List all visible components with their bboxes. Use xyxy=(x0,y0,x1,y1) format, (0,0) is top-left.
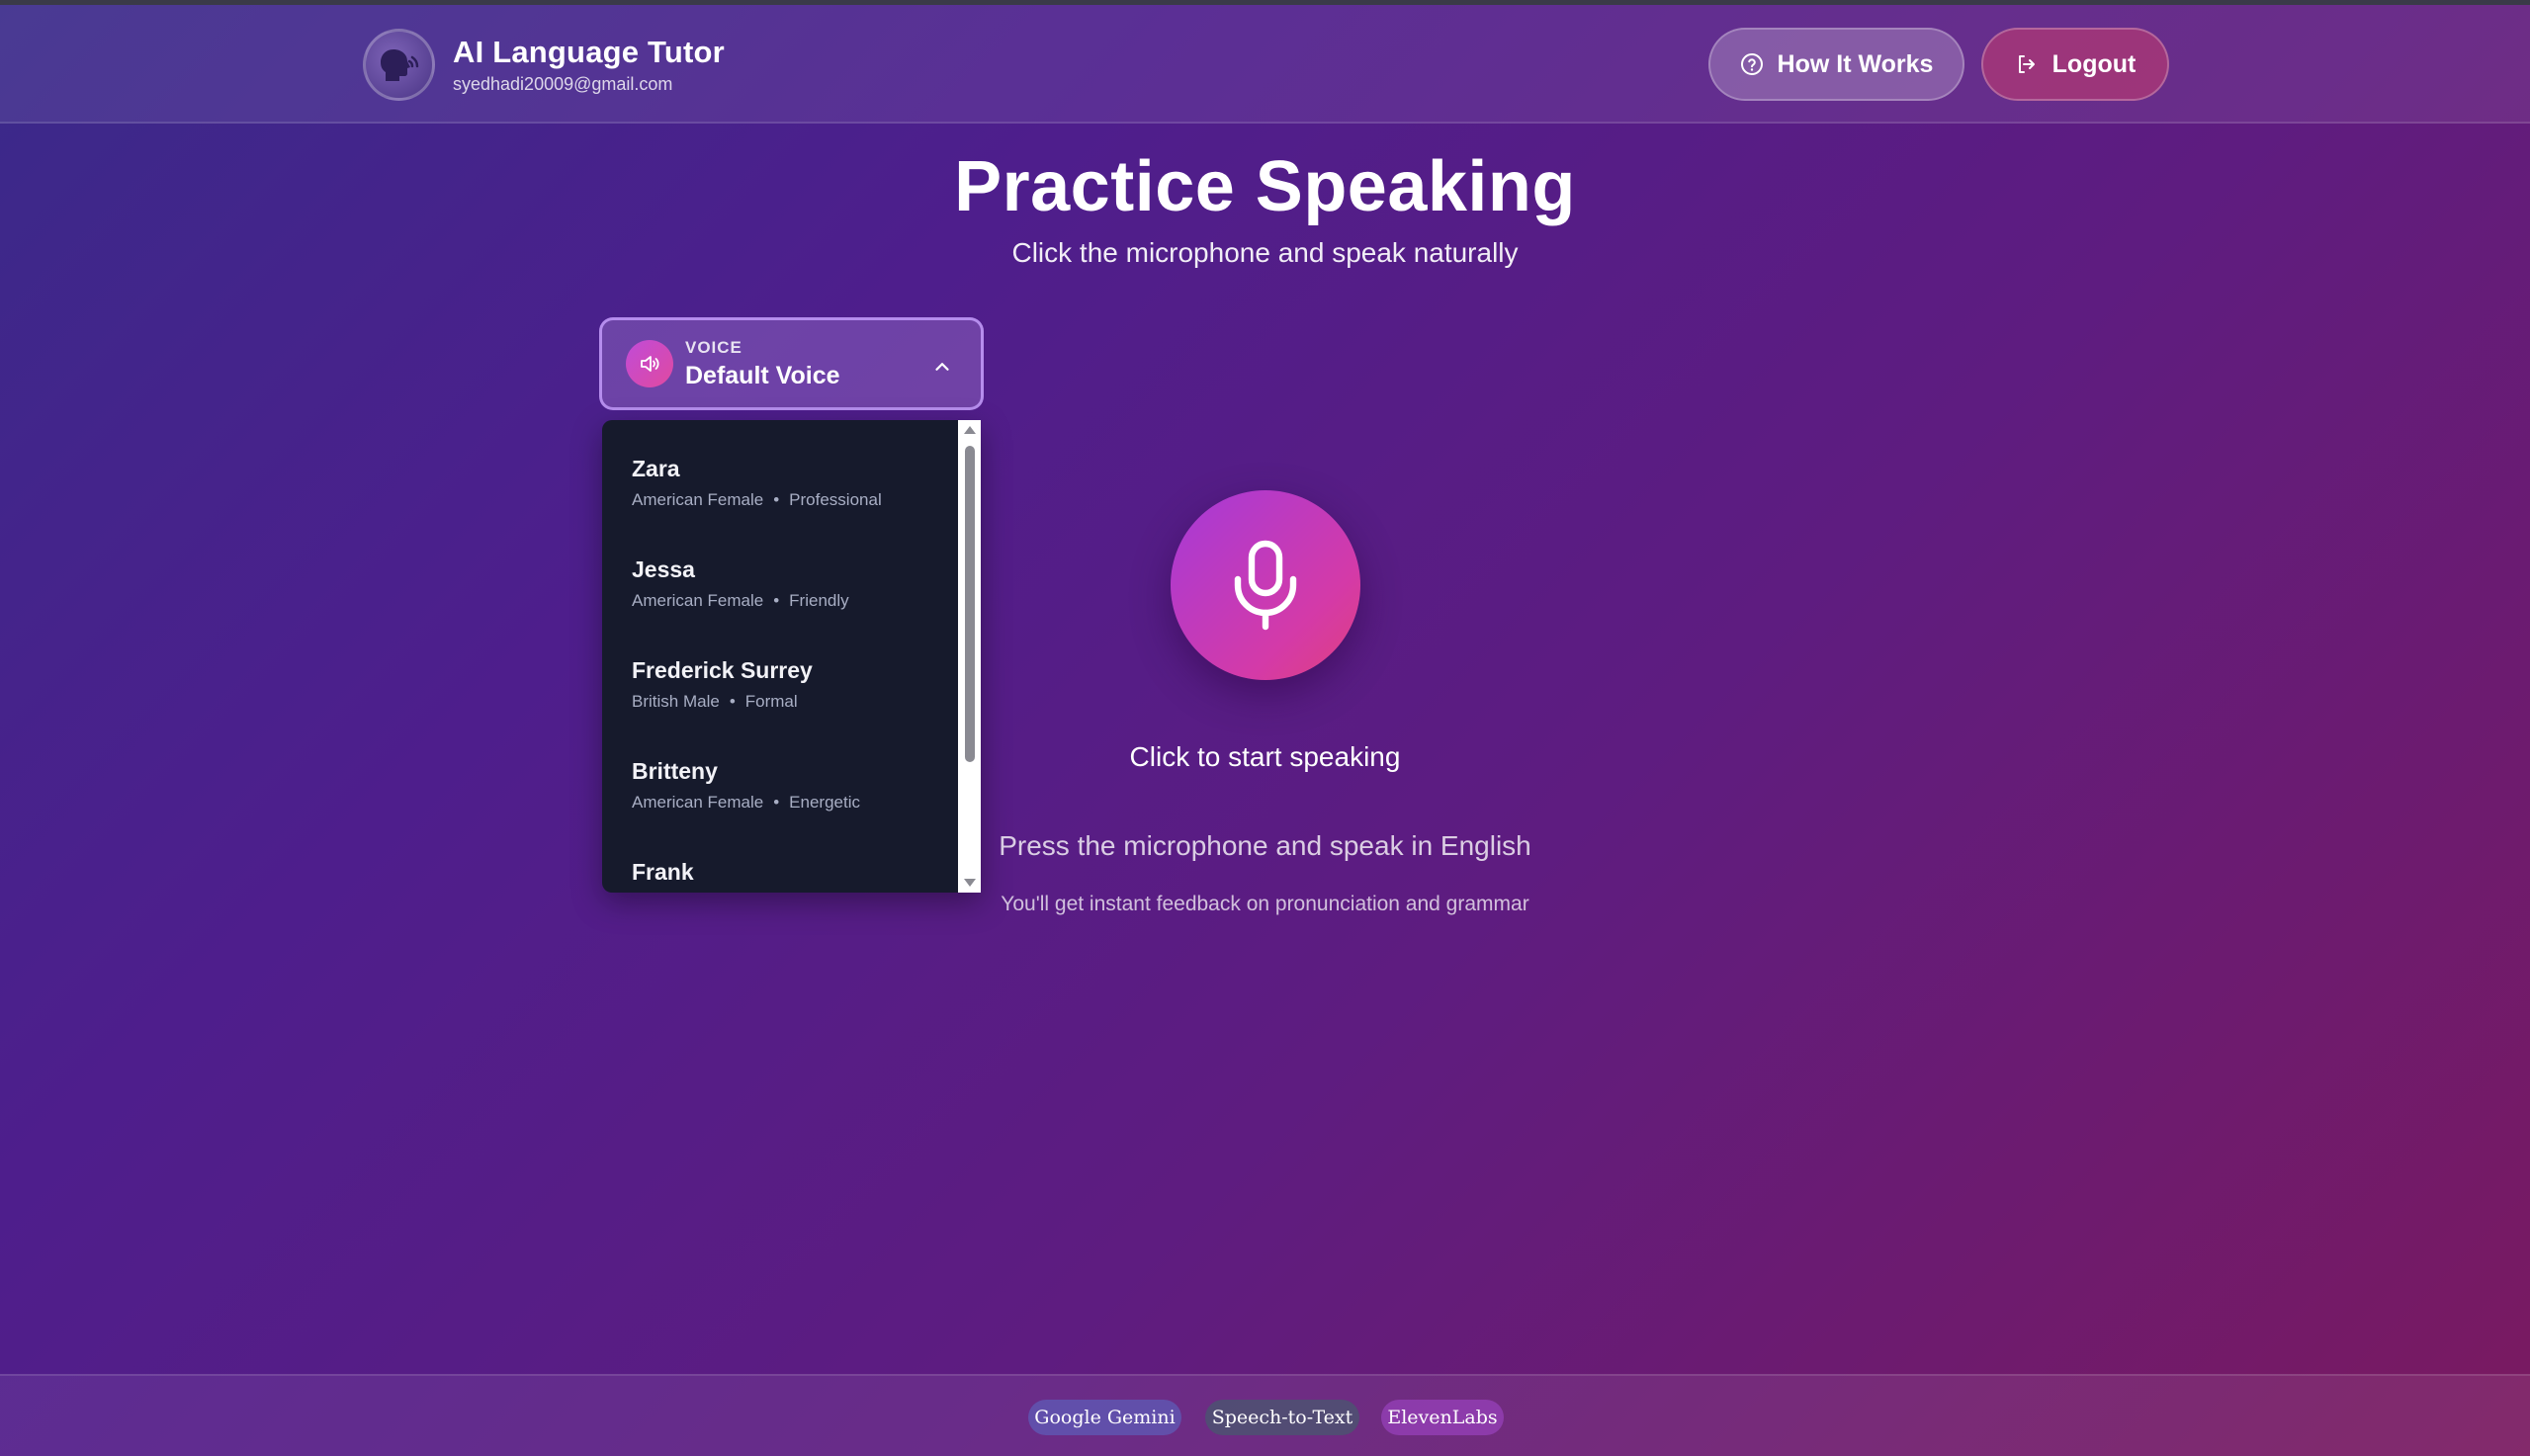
speaker-icon xyxy=(626,340,673,387)
scrollbar-thumb[interactable] xyxy=(965,446,975,762)
how-it-works-label: How It Works xyxy=(1777,49,1934,78)
voice-option-name: Jessa xyxy=(632,557,695,582)
feedback-note: You'll get instant feedback on pronuncia… xyxy=(1001,893,1529,915)
voice-option-frederick-surrey[interactable]: Frederick Surrey British Male • Formal xyxy=(632,657,813,712)
page-title: Practice Speaking xyxy=(954,147,1576,226)
dropdown-scrollbar[interactable] xyxy=(958,420,981,893)
voice-option-jessa[interactable]: Jessa American Female • Friendly xyxy=(632,557,849,611)
mic-caption: Click to start speaking xyxy=(1129,741,1401,772)
voice-selector-button[interactable]: VOICE Default Voice xyxy=(599,317,984,410)
logout-label: Logout xyxy=(2051,49,2137,78)
microphone-button[interactable] xyxy=(1171,490,1360,680)
voice-option-meta: American Female • Friendly xyxy=(632,591,849,610)
voice-option-meta: American Female • Professional xyxy=(632,490,882,509)
how-it-works-button[interactable]: How It Works xyxy=(1708,28,1964,101)
help-circle-icon xyxy=(1740,53,1763,75)
voice-option-name: Zara xyxy=(632,456,680,481)
voice-option-zara[interactable]: Zara American Female • Professional xyxy=(632,456,882,510)
badge-google-gemini: Google Gemini xyxy=(1028,1400,1181,1435)
app-footer: Google Gemini Speech-to-Text ElevenLabs xyxy=(0,1374,2530,1456)
app-title: AI Language Tutor xyxy=(453,35,725,69)
microphone-icon xyxy=(1234,540,1297,631)
selected-voice: Default Voice xyxy=(685,361,840,389)
badge-speech-to-text: Speech-to-Text xyxy=(1205,1400,1359,1435)
badge-elevenlabs: ElevenLabs xyxy=(1381,1400,1504,1435)
voice-option-name: Frank xyxy=(632,859,694,885)
speaking-head-icon xyxy=(363,29,435,101)
page-subtitle: Click the microphone and speak naturally xyxy=(1011,237,1519,268)
voice-option-meta: American Female • Energetic xyxy=(632,793,860,812)
instruction-text: Press the microphone and speak in Englis… xyxy=(999,830,1531,861)
logout-icon xyxy=(2018,55,2035,73)
voice-dropdown: Zara American Female • Professional Jessa … xyxy=(602,420,981,893)
logout-button[interactable]: Logout xyxy=(1981,28,2169,101)
voice-option-name: Frederick Surrey xyxy=(632,657,813,683)
voice-option-meta: British Male • Formal xyxy=(632,692,798,711)
brand: AI Language Tutor syedhadi20009@gmail.co… xyxy=(363,29,725,101)
voice-label: VOICE xyxy=(685,337,742,357)
user-email: syedhadi20009@gmail.com xyxy=(453,74,673,94)
scroll-up-arrow-icon[interactable] xyxy=(964,426,976,434)
app-header: AI Language Tutor syedhadi20009@gmail.co… xyxy=(0,5,2530,124)
voice-option-list: Zara American Female • Professional Jessa … xyxy=(602,420,958,893)
chevron-up-icon xyxy=(935,363,949,371)
voice-option-frank[interactable]: Frank xyxy=(632,859,694,886)
scroll-down-arrow-icon[interactable] xyxy=(964,879,976,887)
